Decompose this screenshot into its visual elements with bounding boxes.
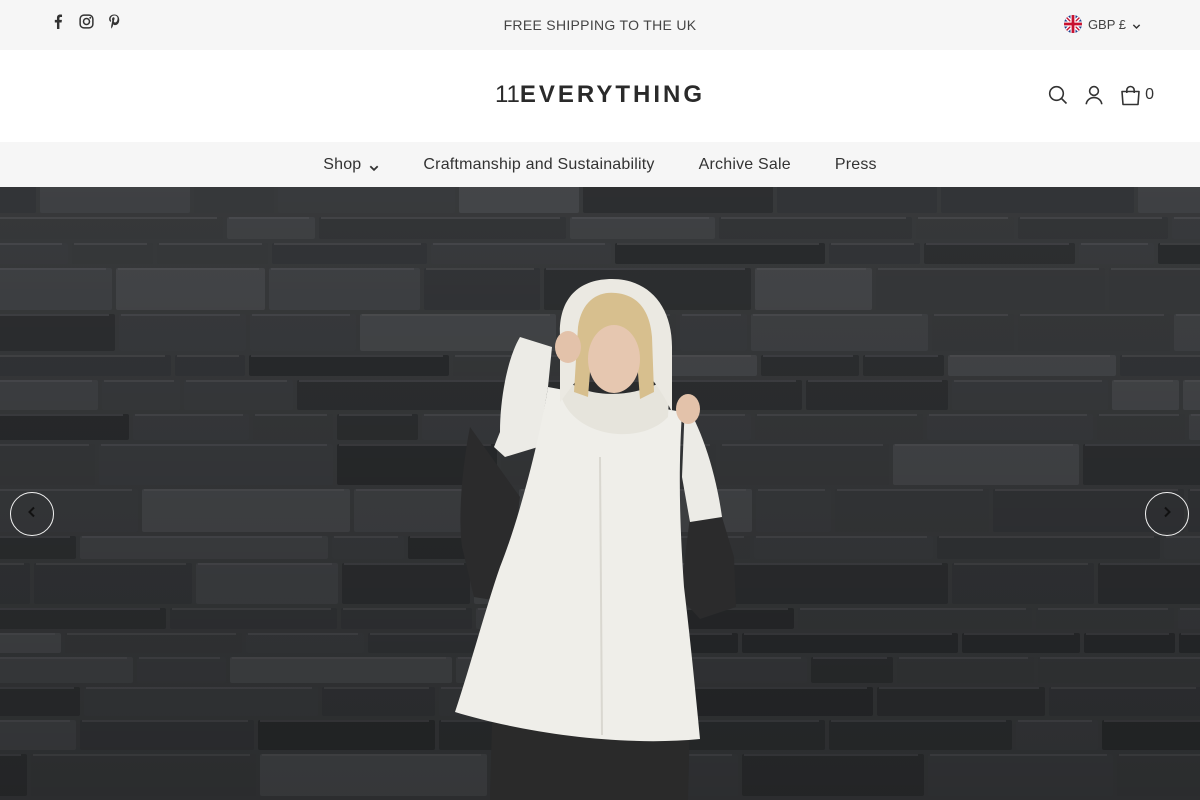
shopping-bag-icon — [1119, 84, 1141, 106]
nav-item-label: Press — [834, 155, 877, 173]
currency-selector[interactable]: GBP £ — [1063, 15, 1142, 33]
announcement-text: FREE SHIPPING TO THE UK — [503, 17, 697, 33]
nav-item-label: Craftmanship and Sustainability — [423, 155, 655, 173]
cart-button[interactable]: 0 — [1119, 84, 1154, 106]
announcement-bar: FREE SHIPPING TO THE UK GBP £ — [0, 0, 1200, 50]
nav-item-label: Archive Sale — [698, 155, 791, 173]
logo-word: EVERYTHING — [519, 81, 706, 108]
currency-label: GBP £ — [1087, 16, 1126, 32]
slideshow-next-button[interactable] — [1145, 492, 1189, 536]
hero-image — [0, 187, 1200, 800]
logo-number: 11 — [494, 81, 520, 108]
main-nav: Shop Craftmanship and Sustainability Arc… — [0, 142, 1200, 187]
search-icon[interactable] — [1047, 84, 1069, 106]
nav-item-press[interactable]: Press — [835, 156, 877, 174]
nav-item-craftmanship[interactable]: Craftmanship and Sustainability — [423, 156, 654, 174]
header-actions: 0 — [1047, 84, 1154, 106]
nav-item-shop[interactable]: Shop — [323, 156, 379, 174]
nav-item-archive-sale[interactable]: Archive Sale — [699, 156, 791, 174]
chevron-down-icon — [369, 160, 379, 171]
chevron-down-icon — [1132, 19, 1142, 30]
chevron-right-icon — [1161, 505, 1173, 523]
site-logo[interactable]: 11EVERYTHING — [0, 81, 1200, 109]
slideshow-prev-button[interactable] — [10, 492, 54, 536]
cart-count: 0 — [1145, 86, 1154, 103]
site-header: 11EVERYTHING 0 — [0, 50, 1200, 142]
account-icon[interactable] — [1083, 84, 1105, 106]
nav-item-label: Shop — [323, 155, 362, 173]
chevron-left-icon — [26, 505, 38, 523]
uk-flag-icon — [1063, 15, 1082, 33]
hero-slideshow — [0, 187, 1200, 800]
